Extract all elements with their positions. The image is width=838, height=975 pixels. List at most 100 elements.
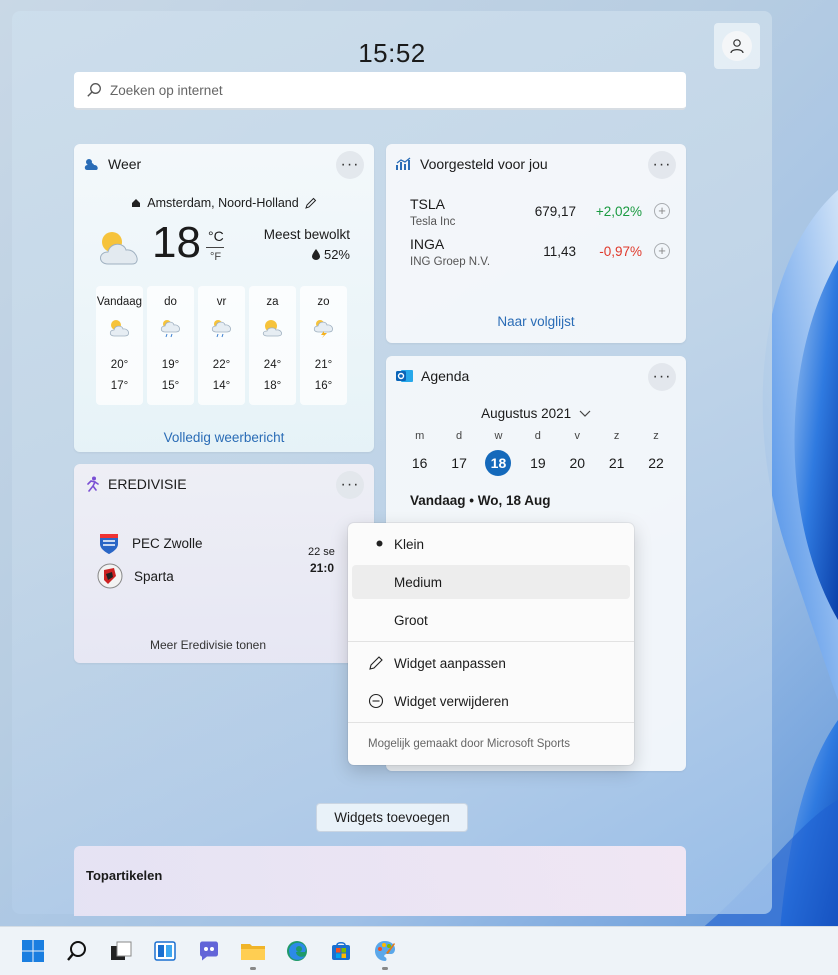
forecast-high: 19° (161, 359, 180, 371)
menu-item-size-small[interactable]: Klein (352, 527, 630, 561)
forecast-low: 18° (263, 380, 282, 392)
menu-item-size-medium[interactable]: Medium (352, 565, 630, 599)
top-articles-title: Topartikelen (86, 868, 163, 883)
widget-context-menu: Klein Medium Groot Widget aanpassen Widg… (348, 523, 634, 765)
weather-temperature: 18 (152, 218, 201, 267)
search-icon[interactable] (63, 937, 91, 965)
agenda-today-heading: Vandaag • Wo, 18 Aug (410, 493, 551, 508)
menu-item-remove-widget[interactable]: Widget verwijderen (352, 684, 630, 718)
droplet-icon (311, 249, 320, 260)
menu-item-label: Groot (394, 612, 428, 628)
agenda-day[interactable]: d 17 (439, 430, 478, 476)
pec-zwolle-logo-icon (100, 534, 118, 554)
selected-bullet-icon (376, 540, 383, 547)
agenda-more-button[interactable]: ··· (648, 363, 676, 391)
teams-chat-icon[interactable] (195, 937, 223, 965)
menu-item-customize-widget[interactable]: Widget aanpassen (352, 646, 630, 680)
forecast-low: 14° (212, 380, 231, 392)
stock-row[interactable]: TSLA Tesla Inc 679,17 +2,02% + (410, 196, 670, 236)
stocks-title: Voorgesteld voor jou (420, 156, 548, 172)
eredivisie-header: EREDIVISIE (84, 476, 187, 492)
user-icon (722, 31, 752, 61)
microsoft-store-icon[interactable] (327, 937, 355, 965)
date-label: 17 (451, 455, 467, 471)
forecast-day[interactable]: za 24° 18° (249, 286, 296, 405)
date-label: 19 (530, 455, 546, 471)
forecast-day[interactable]: vr 22° 14° (198, 286, 245, 405)
eredivisie-more-link[interactable]: Meer Eredivisie tonen (58, 638, 358, 652)
forecast-high: 22° (212, 359, 231, 371)
add-widgets-button[interactable]: Widgets toevoegen (316, 803, 468, 832)
stock-row[interactable]: INGA ING Groep N.V. 11,43 -0,97% + (410, 236, 670, 276)
widgets-icon[interactable] (151, 937, 179, 965)
edit-pencil-icon (369, 656, 383, 670)
team-row[interactable]: PEC Zwolle (96, 530, 203, 556)
stock-chart-icon (396, 157, 411, 170)
agenda-day[interactable]: w 18 (479, 430, 518, 476)
unit-fahrenheit[interactable]: °F (210, 251, 221, 263)
agenda-day[interactable]: z 22 (636, 430, 675, 476)
weather-full-forecast-link[interactable]: Volledig weerbericht (74, 430, 374, 445)
forecast-day[interactable]: do 19° 15° (147, 286, 194, 405)
edit-pencil-icon[interactable] (304, 197, 317, 209)
outlook-icon (396, 370, 413, 382)
clock: 15:52 (358, 38, 426, 68)
weather-condition: Meest bewolkt (263, 227, 350, 242)
date-label-today: 18 (485, 450, 512, 476)
rain-icon (160, 320, 180, 338)
weather-more-button[interactable]: ··· (336, 151, 364, 179)
stock-price: 679,17 (534, 204, 576, 219)
weather-header: Weer (84, 156, 141, 172)
taskbar (0, 926, 838, 975)
stock-name: Tesla Inc (410, 216, 456, 228)
eredivisie-widget[interactable]: EREDIVISIE ··· PEC Zwolle Sparta 22 se 2… (74, 464, 374, 663)
search-input[interactable] (110, 82, 670, 98)
agenda-day[interactable]: d 19 (518, 430, 557, 476)
agenda-month-picker[interactable]: Augustus 2021 (386, 406, 686, 421)
weather-widget[interactable]: Weer ··· Amsterdam, Noord-Holland 18 °C … (74, 144, 374, 452)
menu-footer: Mogelijk gemaakt door Microsoft Sports (368, 738, 570, 750)
weekday-label: d (456, 430, 463, 442)
away-team-name: Sparta (134, 568, 174, 584)
agenda-title: Agenda (421, 368, 470, 384)
agenda-day[interactable]: v 20 (558, 430, 597, 476)
rain-icon (211, 320, 231, 338)
start-windows-icon[interactable] (19, 937, 47, 965)
partly-sunny-icon (262, 320, 282, 337)
unit-divider (206, 247, 224, 248)
stocks-header: Voorgesteld voor jou (396, 156, 548, 172)
forecast-day[interactable]: zo 21° 16° (300, 286, 347, 405)
search-box[interactable] (74, 72, 686, 110)
weekday-label: z (653, 430, 659, 442)
mostly-cloudy-icon (100, 232, 138, 265)
stock-symbol: TSLA (410, 196, 446, 212)
watchlist-link[interactable]: Naar volglijst (386, 314, 686, 329)
menu-item-label: Medium (394, 574, 443, 590)
team-row[interactable]: Sparta (96, 562, 174, 590)
menu-item-size-large[interactable]: Groot (352, 603, 630, 637)
forecast-low: 17° (110, 380, 129, 392)
task-view-icon[interactable] (107, 937, 135, 965)
stock-change: -0,97% (599, 244, 642, 259)
unit-celsius[interactable]: °C (208, 228, 224, 244)
eredivisie-more-button[interactable]: ··· (336, 471, 364, 499)
agenda-day[interactable]: m 16 (400, 430, 439, 476)
agenda-day[interactable]: z 21 (597, 430, 636, 476)
search-icon (87, 83, 101, 97)
profile-button[interactable] (714, 23, 760, 69)
stocks-more-button[interactable]: ··· (648, 151, 676, 179)
add-to-watchlist-icon[interactable]: + (654, 203, 670, 219)
forecast-day-name: Vandaag (96, 296, 143, 308)
add-to-watchlist-icon[interactable]: + (654, 243, 670, 259)
forecast-day[interactable]: Vandaag 20° 17° (96, 286, 143, 405)
forecast-day-name: do (164, 296, 177, 308)
file-explorer-icon[interactable] (239, 937, 267, 965)
forecast-day-name: zo (317, 296, 330, 308)
menu-item-label: Widget verwijderen (394, 693, 509, 709)
stocks-widget[interactable]: Voorgesteld voor jou ··· TSLA Tesla Inc … (386, 144, 686, 343)
edge-browser-icon[interactable] (283, 937, 311, 965)
sparta-logo-icon (97, 563, 123, 589)
paint-icon[interactable] (371, 937, 399, 965)
menu-divider (348, 641, 634, 642)
weather-location[interactable]: Amsterdam, Noord-Holland (74, 196, 374, 210)
